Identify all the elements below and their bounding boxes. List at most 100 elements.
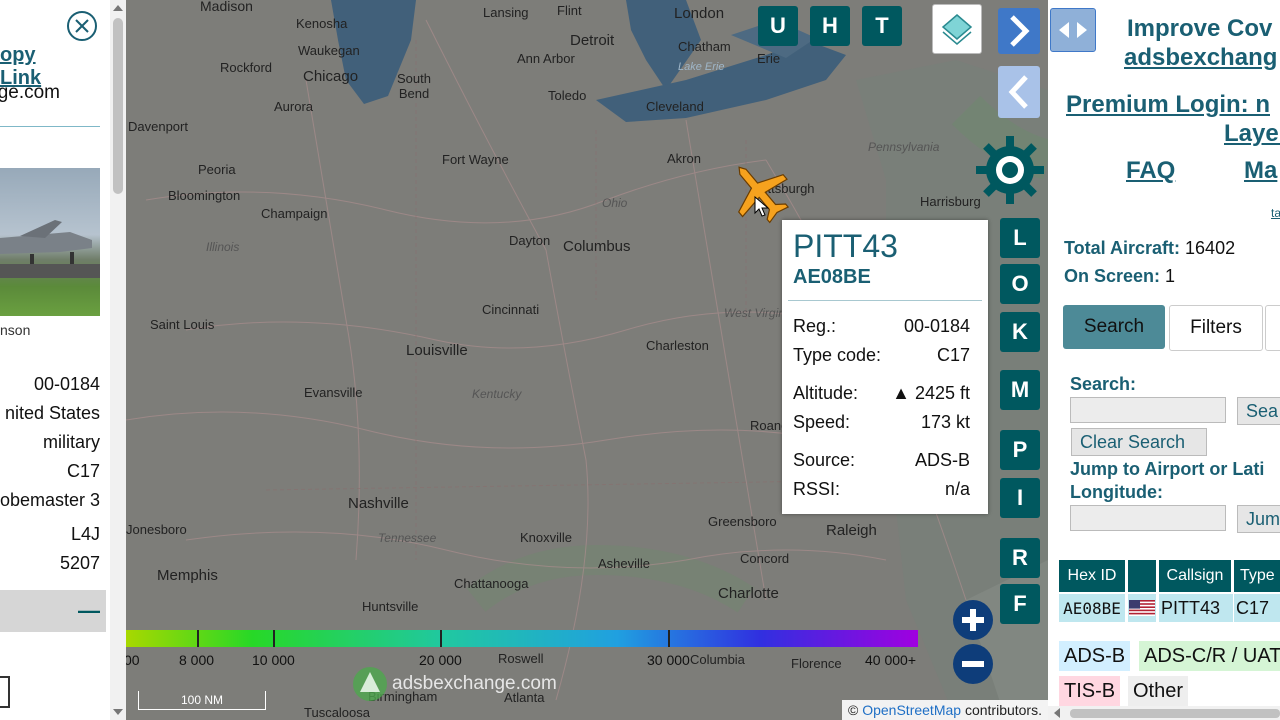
map-button-i[interactable]: I	[1000, 478, 1040, 518]
premium-login-link[interactable]: Premium Login: n	[1066, 91, 1270, 119]
faq-link[interactable]: FAQ	[1126, 157, 1175, 185]
map-label: Flint	[557, 3, 582, 18]
us-flag-icon	[1129, 600, 1155, 616]
map-label: London	[674, 5, 725, 22]
map-label: Greensboro	[708, 514, 777, 529]
map-button-l[interactable]: L	[1000, 218, 1040, 258]
search-input[interactable]	[1070, 397, 1226, 423]
map-button-m[interactable]: M	[1000, 370, 1040, 410]
scroll-left-arrow-icon[interactable]	[1054, 708, 1060, 718]
popup-divider	[788, 300, 982, 301]
popup-row-altitude: Altitude: ▲ 2425 ft	[793, 383, 970, 404]
jump-label-line2: Longitude:	[1070, 482, 1163, 502]
adsbexchange-link[interactable]: adsbexchang	[1124, 44, 1277, 72]
openstreetmap-link[interactable]: OpenStreetMap	[862, 702, 961, 718]
map-label: South Bend	[397, 71, 431, 101]
close-icon[interactable]	[67, 11, 97, 41]
aircraft-popup[interactable]: PITT43 AE08BE Reg.: 00-0184 Type code: C17…	[782, 220, 988, 514]
expand-sidebar-button[interactable]	[998, 8, 1040, 54]
row-label: RSSI:	[793, 479, 841, 499]
map-label: Toledo	[548, 88, 587, 103]
map-label: Saint Louis	[150, 317, 215, 332]
aircraft-photo[interactable]	[0, 168, 100, 316]
table-cell-callsign[interactable]: PITT43	[1159, 594, 1233, 622]
legend-other[interactable]: Other	[1128, 676, 1189, 706]
map-button-o[interactable]: O	[1000, 264, 1040, 304]
swap-panel-button[interactable]	[1050, 8, 1096, 52]
map-button-h[interactable]: H	[810, 6, 850, 46]
row-label: Type code:	[793, 345, 882, 365]
popup-row-type: Type code: C17	[793, 345, 970, 366]
map-button-u[interactable]: U	[758, 6, 798, 46]
tab-search[interactable]: Search	[1063, 305, 1165, 349]
map-label: Charlotte	[718, 585, 779, 602]
zoom-in-button[interactable]	[953, 600, 993, 640]
left-scrollbar[interactable]	[110, 0, 126, 720]
column-header-type[interactable]: Type	[1234, 560, 1280, 592]
map-label: Cincinnati	[482, 302, 540, 317]
scroll-thumb[interactable]	[113, 18, 123, 194]
map-label: Lansing	[483, 5, 529, 20]
horizontal-scroll-thumb[interactable]	[1070, 709, 1280, 718]
column-header-callsign[interactable]: Callsign	[1159, 560, 1231, 592]
detail-squawk: 5207	[59, 553, 100, 573]
map-label: Evansville	[304, 385, 363, 400]
map-label: Madison	[200, 0, 253, 14]
scale-tick	[197, 630, 199, 647]
map-label: Dayton	[509, 233, 551, 248]
map-label: Louisville	[406, 342, 468, 359]
clear-search-button[interactable]: Clear Search	[1071, 428, 1207, 456]
total-aircraft: Total Aircraft: 16402	[1064, 238, 1235, 259]
detail-country: nited States	[4, 403, 100, 423]
row-label: Source:	[793, 450, 856, 470]
collapse-section-bar[interactable]: —	[0, 590, 106, 632]
map-region-label: Ohio	[602, 196, 628, 210]
map-button-k[interactable]: K	[1000, 312, 1040, 352]
map-button-f[interactable]: F	[1000, 584, 1040, 624]
legend-tisb[interactable]: TIS-B	[1059, 676, 1121, 706]
search-button[interactable]: Sea	[1237, 397, 1280, 425]
legend-adsb[interactable]: ADS-B	[1059, 641, 1131, 671]
scale-label: 10 000	[252, 652, 295, 668]
row-label: Reg.:	[793, 316, 837, 336]
small-link[interactable]: ta	[1271, 206, 1280, 220]
tab-filters[interactable]: Filters	[1169, 305, 1263, 351]
legend-adsc[interactable]: ADS-C/R / UAT	[1139, 641, 1280, 671]
map-button-p[interactable]: P	[1000, 430, 1040, 470]
domain-text: ge.com	[0, 82, 60, 103]
table-cell-flag[interactable]	[1128, 594, 1156, 622]
horizontal-scrollbar[interactable]	[1048, 706, 1280, 720]
distance-scale-label: 100 NM	[181, 693, 224, 707]
distance-scale: 100 NM	[138, 691, 266, 710]
map-label: Tuscaloosa	[304, 705, 370, 720]
column-header-flag[interactable]	[1128, 560, 1156, 592]
map-label: Asheville	[598, 556, 651, 571]
scroll-down-arrow-icon[interactable]	[113, 709, 123, 715]
checkbox[interactable]	[0, 676, 10, 708]
map-button-r[interactable]: R	[1000, 538, 1040, 578]
left-right-arrows-icon	[1059, 22, 1087, 38]
map-label: Aurora	[274, 99, 314, 114]
jump-button[interactable]: Jum	[1237, 505, 1280, 533]
map-link[interactable]: Ma	[1244, 157, 1277, 185]
tab-more[interactable]	[1265, 305, 1280, 351]
zoom-out-button[interactable]	[953, 644, 993, 684]
map-label: Memphis	[157, 567, 218, 584]
map-label: Knoxville	[520, 530, 573, 545]
scale-label: 8 000	[179, 652, 215, 668]
improve-coverage-link[interactable]: Improve Cov	[1127, 15, 1272, 43]
table-cell-type[interactable]: C17	[1234, 594, 1280, 622]
settings-button[interactable]	[974, 134, 1046, 206]
scroll-up-arrow-icon[interactable]	[113, 5, 123, 11]
map-button-t[interactable]: T	[862, 6, 902, 46]
layers-button[interactable]	[932, 4, 982, 54]
aircraft-marker[interactable]	[724, 156, 794, 226]
total-value: 16402	[1185, 238, 1236, 258]
collapse-sidebar-button[interactable]	[998, 66, 1040, 118]
jump-input[interactable]	[1070, 505, 1226, 531]
chevron-left-icon	[1008, 75, 1028, 109]
premium-layer-link[interactable]: Layer	[1224, 120, 1280, 148]
row-value: ▲ 2425 ft	[892, 383, 970, 403]
column-header-hex[interactable]: Hex ID	[1059, 560, 1125, 592]
table-cell-hex[interactable]: AE08BE	[1059, 594, 1125, 622]
